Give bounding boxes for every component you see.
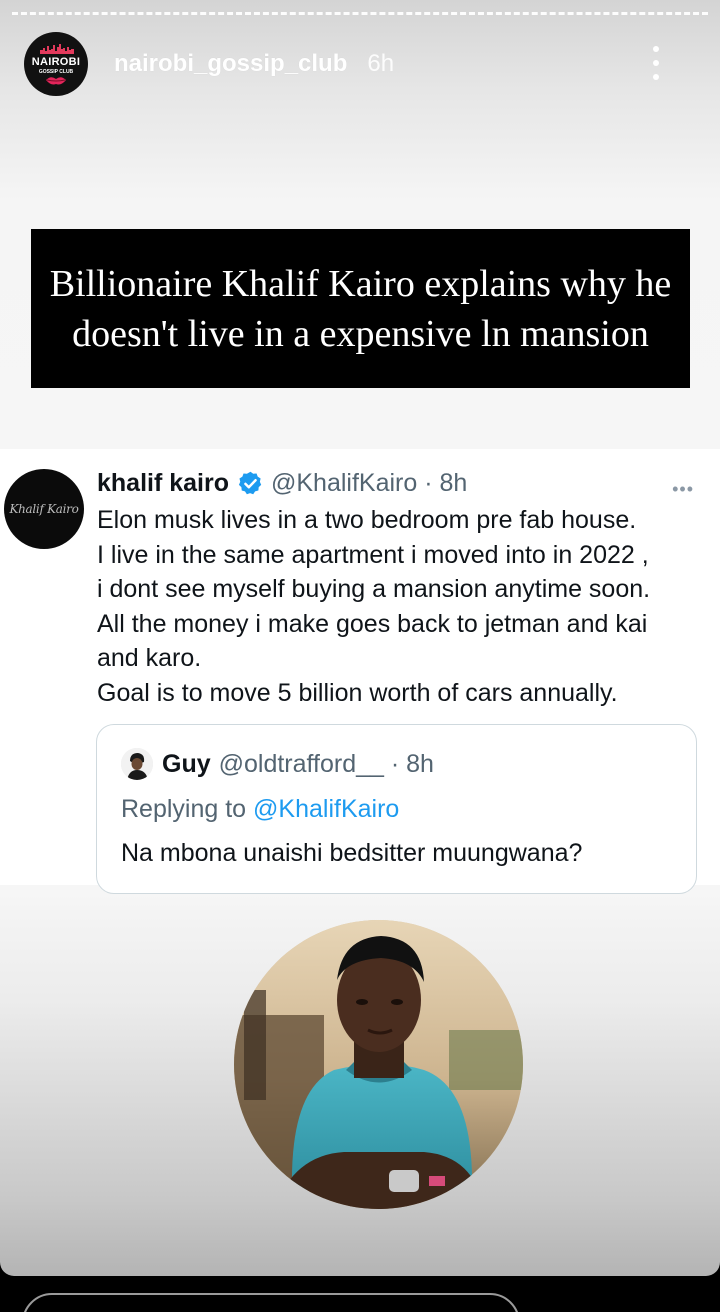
story-time: 6h <box>367 50 395 77</box>
portrait-photo <box>234 920 523 1209</box>
avatar-logo-word: NAIROBI <box>31 56 81 68</box>
tweet-more-icon[interactable]: ••• <box>672 479 694 500</box>
tweet-line: and karo. <box>97 644 202 672</box>
tweet-line: i dont see myself buying a mansion anyti… <box>97 575 651 603</box>
quoted-tweet-header: Guy @oldtrafford__ · 8h <box>121 747 434 781</box>
quoted-author-avatar[interactable] <box>121 748 153 780</box>
headline-banner: Billionaire Khalif Kairo explains why he… <box>31 229 690 388</box>
verified-badge-icon <box>238 471 262 494</box>
avatar-signature: Khalif Kairo <box>9 502 79 516</box>
more-vertical-icon[interactable] <box>652 46 660 80</box>
story-frame: NAIROBI GOSSIP CLUB nairobi_gossip_club … <box>0 0 720 1276</box>
tweet-line: Elon musk lives in a two bedroom pre fab… <box>97 506 637 534</box>
quoted-tweet-text: Na mbona unaishi bedsitter muungwana? <box>121 839 583 867</box>
tweet-author-avatar[interactable]: Khalif Kairo <box>4 469 84 549</box>
account-avatar[interactable]: NAIROBI GOSSIP CLUB <box>24 32 88 96</box>
tweet-line: Goal is to move 5 billion worth of cars … <box>97 678 618 707</box>
account-username[interactable]: nairobi_gossip_club <box>114 50 347 78</box>
tweet-author-handle[interactable]: @KhalifKairo · 8h <box>271 469 467 498</box>
send-message-input[interactable] <box>22 1293 520 1312</box>
quoted-author-handle[interactable]: @oldtrafford__ · 8h <box>219 750 434 779</box>
tweet-header: khalif kairo @KhalifKairo · 8h <box>97 467 467 499</box>
headline-text: Billionaire Khalif Kairo explains why he… <box>49 262 672 355</box>
tweet-line: All the money i make goes back to jetman… <box>97 609 648 638</box>
story-header: NAIROBI GOSSIP CLUB nairobi_gossip_club … <box>24 32 696 96</box>
replying-to-label: Replying to <box>121 795 254 823</box>
tweet-body: Elon musk lives in a two bedroom pre fab… <box>97 503 707 710</box>
story-progress-bar <box>12 12 708 15</box>
skyline-icon <box>40 44 74 54</box>
person-silhouette-icon <box>121 748 153 780</box>
quoted-author-name[interactable]: Guy <box>162 750 211 779</box>
tweet-card: Khalif Kairo khalif kairo @KhalifKairo ·… <box>0 449 720 894</box>
avatar-logo-sub: GOSSIP CLUB <box>38 69 74 75</box>
tweet-author-name[interactable]: khalif kairo <box>97 469 229 498</box>
quoted-tweet[interactable]: Guy @oldtrafford__ · 8h Replying to @Kha… <box>96 724 697 894</box>
replying-to-line: Replying to @KhalifKairo <box>121 795 399 824</box>
tweet-line: I live in the same apartment i moved int… <box>97 540 649 569</box>
man-portrait-image <box>234 920 523 1209</box>
replying-to-mention[interactable]: @KhalifKairo <box>253 795 399 823</box>
lips-icon <box>46 77 66 85</box>
